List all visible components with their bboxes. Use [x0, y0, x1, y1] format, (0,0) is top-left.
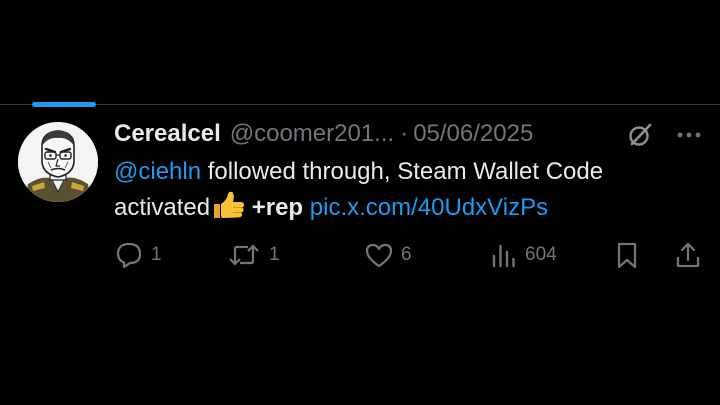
- view-count: 604: [525, 244, 557, 265]
- reply-count: 1: [151, 244, 162, 265]
- thumbs-up-emoji-icon: [214, 191, 245, 218]
- separator-dot: ·: [400, 120, 409, 147]
- like-count: 6: [401, 244, 412, 265]
- share-icon: [676, 242, 700, 268]
- like-button[interactable]: 6: [364, 238, 412, 272]
- repost-button[interactable]: 1: [226, 238, 280, 272]
- views-icon: [492, 244, 515, 268]
- avatar-image: [18, 122, 98, 202]
- tweet-text: @ciehln followed through, Steam Wallet C…: [114, 154, 704, 226]
- repost-count: 1: [269, 244, 280, 265]
- pic-link[interactable]: pic.x.com/40UdxVizPs: [310, 194, 548, 221]
- user-handle[interactable]: @coomer201...: [230, 118, 394, 150]
- tab-divider: [0, 104, 720, 105]
- bookmark-button[interactable]: [614, 238, 640, 272]
- reply-button[interactable]: 1: [114, 238, 162, 272]
- rep-text: +rep: [245, 194, 310, 221]
- display-name[interactable]: Cerealcel: [114, 118, 221, 150]
- avatar[interactable]: [18, 122, 98, 202]
- repost-icon: [229, 244, 259, 266]
- tweet-header: Cerealcel @coomer201... · 05/06/2025: [114, 118, 533, 150]
- bookmark-icon: [617, 242, 637, 269]
- tweet-actions: 1 1 6 604: [114, 238, 704, 272]
- like-icon: [365, 243, 393, 268]
- active-tab-indicator: [32, 102, 96, 107]
- reply-icon: [116, 242, 142, 269]
- grok-icon[interactable]: [626, 121, 654, 149]
- tweet-date[interactable]: 05/06/2025: [413, 118, 533, 150]
- share-button[interactable]: [674, 238, 702, 272]
- tweet-screen: Cerealcel @coomer201... · 05/06/2025 @ci…: [0, 0, 720, 405]
- mention-link[interactable]: @ciehln: [114, 158, 201, 185]
- more-icon[interactable]: [676, 126, 702, 144]
- views-button[interactable]: 604: [490, 238, 557, 272]
